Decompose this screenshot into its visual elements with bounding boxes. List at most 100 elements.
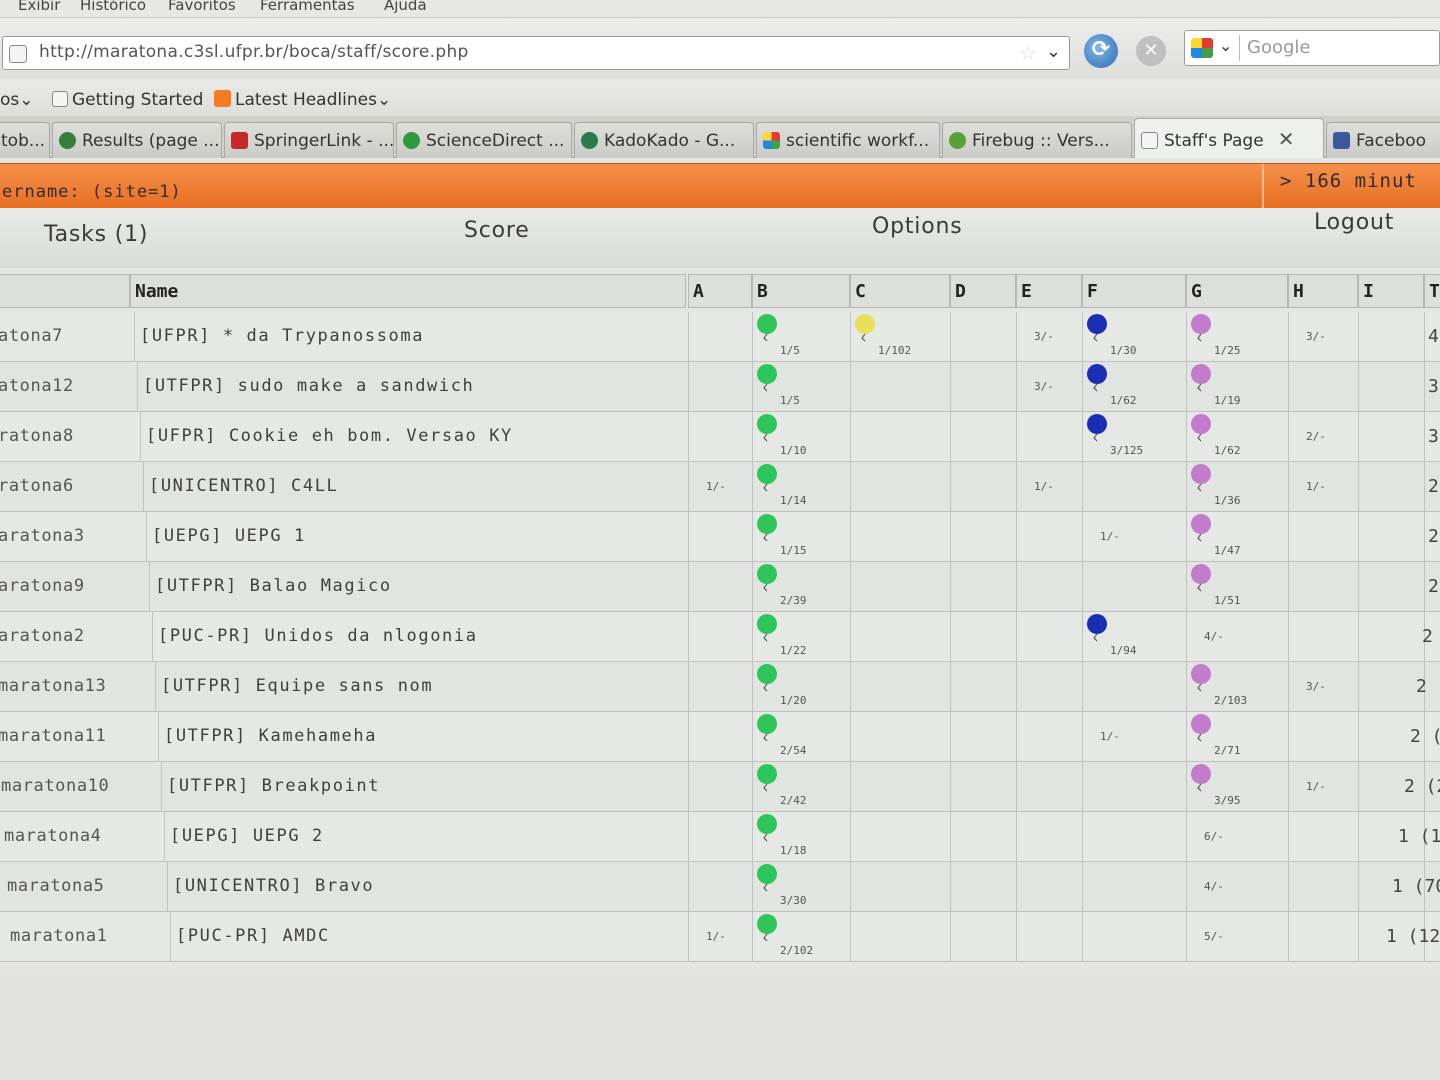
menu-historico[interactable]: Histórico	[80, 0, 146, 14]
cell-border	[752, 512, 753, 562]
balloon-icon	[757, 714, 777, 742]
team-total: 1 (1	[1398, 826, 1440, 847]
history-dropdown-icon[interactable]: ⌄	[1046, 41, 1061, 62]
submission-count: 2/71	[1214, 744, 1241, 757]
bookmark-getting-started[interactable]: Getting Started	[52, 90, 203, 110]
site-identity-icon[interactable]	[9, 45, 27, 63]
tab-tob[interactable]: tob...	[0, 122, 50, 158]
cell-border	[752, 412, 753, 462]
cell-border	[688, 312, 689, 362]
cell-border	[1186, 362, 1187, 412]
team-total: 2	[1422, 626, 1433, 647]
cell-border	[1016, 312, 1017, 362]
search-engine-dropdown-icon[interactable]: ⌄	[1219, 36, 1232, 55]
cell-border	[1358, 662, 1359, 712]
tab-kadokado[interactable]: KadoKado - G...	[574, 122, 754, 158]
cell-border	[1082, 462, 1083, 512]
menu-options[interactable]: Options	[872, 214, 963, 239]
cell-border	[752, 812, 753, 862]
balloon-icon	[757, 764, 777, 792]
tab-label: Faceboo	[1356, 131, 1427, 151]
cell-border	[1082, 812, 1083, 862]
chevron-down-icon: ⌄	[376, 90, 392, 110]
close-tab-icon[interactable]: ✕	[1278, 127, 1295, 151]
submission-count: 2/54	[780, 744, 807, 757]
cell-border	[1288, 562, 1289, 612]
submission-count: 2/42	[780, 794, 807, 807]
google-icon	[763, 132, 780, 149]
search-box[interactable]: ⌄ Google	[1184, 30, 1440, 66]
tab-sciencedirect[interactable]: ScienceDirect ...	[396, 122, 572, 158]
tab-label: scientific workf...	[786, 131, 930, 151]
balloon-icon	[757, 514, 777, 542]
menu-ajuda[interactable]: Ajuda	[384, 0, 427, 14]
team-total: 3	[1428, 426, 1439, 447]
cell-border	[850, 362, 851, 412]
bookmark-os[interactable]: os⌄	[0, 90, 34, 110]
team-name: [UTFPR] Equipe sans nom	[161, 676, 434, 696]
team-login: maratona13	[0, 676, 107, 696]
submission-count: 6/-	[1204, 830, 1224, 843]
team-login: maratona10	[1, 776, 110, 796]
submission-count: 1/94	[1110, 644, 1137, 657]
cell-border	[850, 912, 851, 962]
menu-tasks[interactable]: Tasks (1)	[44, 222, 148, 247]
balloon-icon	[1191, 464, 1211, 492]
submission-count: 1/-	[706, 930, 726, 943]
cell-border	[164, 812, 165, 862]
cell-border	[950, 612, 951, 662]
team-login: maratona4	[4, 826, 102, 846]
submission-count: 3/30	[780, 894, 807, 907]
submission-count: 3/-	[1306, 680, 1326, 693]
menu-logout[interactable]: Logout	[1314, 210, 1394, 235]
menu-score[interactable]: Score	[464, 218, 530, 243]
balloon-icon	[1191, 364, 1211, 392]
tab-springerlink[interactable]: SpringerLink - ...	[224, 122, 394, 158]
submission-count: 1/51	[1214, 594, 1241, 607]
globe-icon	[59, 132, 76, 149]
balloon-icon	[1191, 414, 1211, 442]
cell-border	[752, 912, 753, 962]
menu-exibir[interactable]: Exibir	[18, 0, 60, 14]
balloon-icon	[1191, 764, 1211, 792]
submission-count: 1/15	[780, 544, 807, 557]
cell-border	[1186, 662, 1187, 712]
tab-results[interactable]: Results (page ...	[52, 122, 222, 158]
tab-label: Staff's Page	[1164, 131, 1264, 151]
facebook-icon	[1333, 132, 1350, 149]
tab-label: tob...	[1, 131, 46, 151]
submission-count: 1/20	[780, 694, 807, 707]
tab-firebug[interactable]: Firebug :: Vers...	[942, 122, 1132, 158]
address-bar[interactable]: http://maratona.c3sl.ufpr.br/boca/staff/…	[2, 36, 1070, 70]
reload-icon[interactable]: ⟳	[1084, 34, 1118, 68]
cell-border	[1186, 862, 1187, 912]
address-url[interactable]: http://maratona.c3sl.ufpr.br/boca/staff/…	[39, 42, 469, 62]
cell-border	[752, 562, 753, 612]
cell-border	[950, 862, 951, 912]
tab-scientific-workflow[interactable]: scientific workf...	[756, 122, 940, 158]
cell-border	[950, 312, 951, 362]
stop-icon[interactable]: ✕	[1136, 36, 1166, 66]
menu-favoritos[interactable]: Favoritos	[168, 0, 236, 14]
username-label: ername: (site=1)	[2, 182, 182, 202]
rss-icon	[214, 90, 231, 107]
column-header-problem-e: E	[1016, 274, 1082, 308]
search-input[interactable]: Google	[1247, 37, 1310, 58]
column-header-problem-t: T	[1424, 274, 1440, 308]
tab-label: ScienceDirect ...	[426, 131, 565, 151]
bookmark-label: Latest Headlines	[235, 90, 377, 110]
submission-count: 3/-	[1034, 330, 1054, 343]
cell-border	[1288, 662, 1289, 712]
cell-border	[146, 512, 147, 562]
cell-border	[1016, 812, 1017, 862]
cell-border	[688, 812, 689, 862]
menu-ferramentas[interactable]: Ferramentas	[260, 0, 355, 14]
cell-border	[950, 812, 951, 862]
search-engine-icon[interactable]	[1191, 38, 1213, 58]
cell-border	[1358, 512, 1359, 562]
tab-facebook[interactable]: Faceboo	[1326, 122, 1440, 158]
bookmark-latest-headlines[interactable]: Latest Headlines⌄	[214, 90, 391, 110]
tab-staffs-page[interactable]: Staff's Page ✕	[1134, 118, 1324, 158]
bookmark-star-icon[interactable]: ☆	[1019, 41, 1037, 65]
cell-border	[1016, 912, 1017, 962]
